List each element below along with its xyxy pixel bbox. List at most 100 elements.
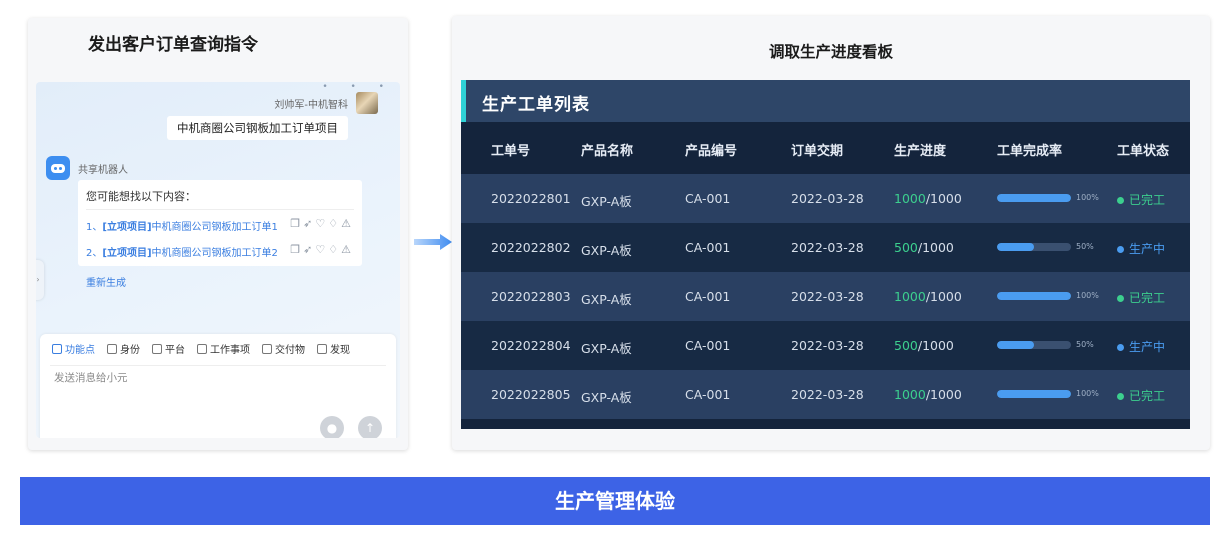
status-text: 生产中 [1129, 340, 1166, 354]
bot-avatar-icon [46, 156, 70, 180]
tool-feature-point[interactable]: 功能点 [52, 341, 95, 356]
message-input[interactable]: 发送消息给小元 [54, 370, 128, 385]
completion-bar-fill [997, 390, 1071, 398]
completion-bar [997, 390, 1071, 398]
status-badge: 已完工 [1117, 289, 1165, 306]
product-code: CA-001 [685, 387, 731, 402]
completion-bar-fill [997, 194, 1071, 202]
chat-card-title: 发出客户订单查询指令 [88, 35, 258, 55]
thumbs-down-icon[interactable]: ♢ [328, 243, 341, 256]
table-row[interactable]: 2022022801 GXP-A板 CA-001 2022-03-28 1000/100… [461, 174, 1190, 223]
tool-work-item[interactable]: 工作事项 [197, 341, 250, 356]
user-message: 中机商圈公司钢板加工订单项目 [167, 116, 348, 140]
tool-deliverable[interactable]: 交付物 [262, 341, 305, 356]
due-date: 2022-03-28 [791, 338, 864, 353]
due-date: 2022-03-28 [791, 289, 864, 304]
product-code: CA-001 [685, 240, 731, 255]
status-dot-icon [1117, 246, 1124, 253]
table-row[interactable]: 2022022802 GXP-A板 CA-001 2022-03-28 500/1000… [461, 223, 1190, 272]
table-row[interactable]: 2022022805 GXP-A板 CA-001 2022-03-28 1000/100… [461, 370, 1190, 419]
progress-done: 1000 [894, 191, 926, 206]
flow-arrow-icon [414, 234, 452, 250]
result-link-2[interactable]: 2、[立项项目]中机商圈公司钢板加工订单2 [86, 244, 278, 259]
status-badge: 生产中 [1117, 338, 1165, 355]
copy-icon[interactable]: ❐ [290, 217, 303, 230]
production-progress: 1000/1000 [894, 387, 962, 402]
status-badge: 已完工 [1117, 387, 1165, 404]
progress-done: 1000 [894, 289, 926, 304]
completion-bar [997, 341, 1071, 349]
completion-bar-fill [997, 292, 1071, 300]
completion-percent: 50% [1076, 242, 1094, 251]
status-text: 已完工 [1129, 389, 1166, 403]
product-code: CA-001 [685, 191, 731, 206]
status-text: 已完工 [1129, 291, 1166, 305]
collapse-handle[interactable]: › [36, 260, 44, 300]
progress-total: /1000 [917, 338, 954, 353]
copy-icon[interactable]: ❐ [290, 243, 303, 256]
order-no: 2022022804 [491, 338, 571, 353]
progress-done: 1000 [894, 387, 926, 402]
product-name: GXP-A板 [581, 292, 632, 307]
bot-intro: 您可能想找以下内容： [86, 190, 196, 203]
user-avatar [356, 92, 378, 114]
table-row[interactable]: 2022022803 GXP-A板 CA-001 2022-03-28 1000/100… [461, 272, 1190, 321]
completion-bar-fill [997, 341, 1034, 349]
product-code: CA-001 [685, 338, 731, 353]
dashboard-card-title: 调取生产进度看板 [768, 43, 893, 61]
column-status: 工单状态 [1117, 144, 1170, 159]
user-name: 刘帅军-中机智科 [274, 100, 348, 111]
status-dot-icon [1117, 295, 1124, 302]
thumbs-up-icon[interactable]: ♡ [315, 217, 328, 230]
tool-discover[interactable]: 发现 [317, 341, 350, 356]
production-progress: 500/1000 [894, 338, 954, 353]
product-name: GXP-A板 [581, 390, 632, 405]
order-no: 2022022803 [491, 289, 571, 304]
regenerate-link[interactable]: 重新生成 [86, 274, 126, 289]
window-controls[interactable]: • • • [322, 82, 394, 92]
divider [86, 209, 354, 210]
product-name: GXP-A板 [581, 243, 632, 258]
thumbs-down-icon[interactable]: ♢ [328, 217, 341, 230]
microphone-button[interactable]: ● [320, 416, 344, 438]
status-dot-icon [1117, 393, 1124, 400]
column-progress: 生产进度 [894, 144, 947, 159]
tool-identity[interactable]: 身份 [107, 341, 140, 356]
product-name: GXP-A板 [581, 194, 632, 209]
result-link-1[interactable]: 1、[立项项目]中机商圈公司钢板加工订单1 [86, 218, 278, 233]
board-title: 生产工单列表 [482, 95, 590, 115]
due-date: 2022-03-28 [791, 240, 864, 255]
progress-done: 500 [894, 240, 918, 255]
production-progress: 500/1000 [894, 240, 954, 255]
composer: 功能点 身份 平台 工作事项 交付物 发现 发送消息给小元 ● ↑ [40, 334, 396, 438]
divider [50, 365, 386, 366]
grid-icon [52, 343, 62, 354]
warning-icon[interactable]: ⚠ [341, 217, 354, 230]
warning-icon[interactable]: ⚠ [341, 243, 354, 256]
status-badge: 生产中 [1117, 240, 1165, 257]
thumbs-up-icon[interactable]: ♡ [315, 243, 328, 256]
completion-percent: 100% [1076, 193, 1099, 202]
completion-percent: 100% [1076, 291, 1099, 300]
completion-bar [997, 243, 1071, 251]
result-actions-1[interactable]: ❐➶♡♢⚠ [290, 217, 354, 230]
send-icon[interactable]: ➶ [303, 217, 315, 230]
send-button[interactable]: ↑ [358, 416, 382, 438]
tool-platform[interactable]: 平台 [152, 341, 185, 356]
send-icon[interactable]: ➶ [303, 243, 315, 256]
dashboard-card: 调取生产进度看板 生产工单列表 工单号 产品名称 产品编号 订单交期 生产进度 … [452, 16, 1210, 450]
completion-bar-fill [997, 243, 1034, 251]
status-text: 已完工 [1129, 193, 1166, 207]
result-actions-2[interactable]: ❐➶♡♢⚠ [290, 243, 354, 256]
page-banner: 生产管理体验 [20, 477, 1210, 525]
layers-icon [262, 343, 272, 354]
status-text: 生产中 [1129, 242, 1166, 256]
bot-name: 共享机器人 [78, 165, 128, 176]
order-no: 2022022801 [491, 191, 571, 206]
production-progress: 1000/1000 [894, 289, 962, 304]
completion-bar [997, 292, 1071, 300]
column-order-no: 工单号 [491, 144, 531, 159]
completion-bar [997, 194, 1071, 202]
status-badge: 已完工 [1117, 191, 1165, 208]
table-row[interactable]: 2022022804 GXP-A板 CA-001 2022-03-28 500/1000… [461, 321, 1190, 370]
